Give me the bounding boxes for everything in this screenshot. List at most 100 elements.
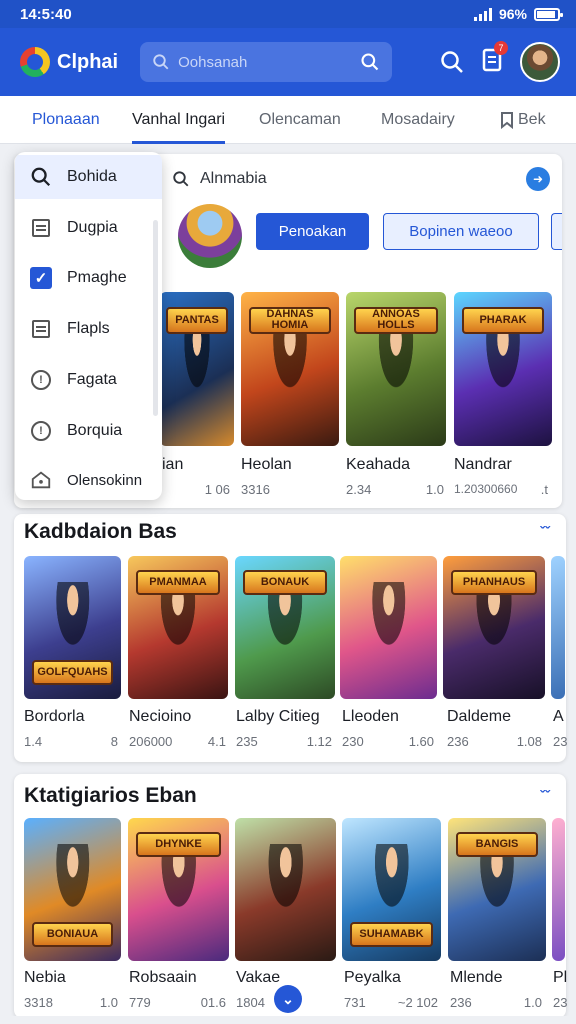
game-title: Vakae (236, 969, 281, 986)
game-meta: 779 (129, 995, 151, 1010)
game-title: Robsaain (129, 969, 197, 986)
scroll-down-button[interactable]: ⌄ (274, 985, 302, 1013)
arrow-right-icon[interactable]: ➜ (526, 167, 550, 191)
dropdown-item-pmaghe[interactable]: ✓ Pmaghe (15, 256, 162, 300)
search-submit-icon[interactable] (360, 52, 380, 72)
game-card[interactable]: DHYNKE (128, 818, 229, 961)
secondary-action-button[interactable]: Bopinen waeoo (383, 213, 539, 250)
game-meta: 3316 (241, 482, 270, 497)
game-card[interactable]: SUHAMABK (342, 818, 441, 961)
game-title: Peyalka (344, 969, 401, 986)
filter-dropdown: Bohida Dugpia ✓ Pmaghe Flapls ! Fagata !… (15, 152, 162, 500)
game-meta: .t (540, 482, 548, 497)
partial-button[interactable] (551, 213, 562, 250)
notifications-button[interactable]: 7 (482, 40, 508, 77)
dropdown-item-flapls[interactable]: Flapls (15, 307, 162, 351)
battery-percent: 96% (498, 6, 527, 22)
game-card[interactable] (235, 818, 336, 961)
app-header: Clphai Oohsanah 7 (0, 28, 576, 96)
game-title: Necioino (129, 708, 192, 725)
game-meta: ~2 102 (397, 995, 438, 1010)
game-title: Daldeme (447, 708, 512, 725)
game-card[interactable]: BONIAUA (24, 818, 121, 961)
signal-icon (473, 7, 492, 21)
tab-olencaman[interactable]: Olencaman (259, 96, 341, 144)
game-title: ian (162, 456, 184, 473)
search-icon[interactable] (440, 50, 464, 74)
primary-action-button[interactable]: Penoakan (256, 213, 369, 250)
bottom-spacer (0, 1016, 576, 1024)
home-icon (31, 471, 51, 489)
tab-mosadairy[interactable]: Mosadairy (381, 96, 455, 144)
notification-badge: 7 (494, 40, 508, 55)
game-meta: 236 (447, 734, 469, 749)
list-icon (32, 219, 50, 237)
game-card[interactable]: PANTAS (160, 292, 234, 446)
tab-vanhal-ingari[interactable]: Vanhal Ingari (132, 96, 226, 144)
panel-search-input[interactable]: Alnmabia ➜ (172, 164, 550, 194)
chevron-down-icon[interactable]: ˇˇ (540, 788, 550, 805)
game-card[interactable]: BANGIS (448, 818, 546, 961)
game-title: Bordorla (24, 708, 85, 725)
status-time: 14:5:40 (20, 5, 72, 23)
game-meta: 1.20300660 (454, 482, 518, 496)
game-card[interactable]: ANNOAS HOLLS (346, 292, 446, 446)
dropdown-item-label: Olensokinn (67, 471, 143, 489)
section-title: Ktatigiarios Eban (24, 784, 197, 807)
game-logo-icon[interactable] (178, 204, 242, 268)
game-card[interactable]: GOLFQUAHS (24, 556, 121, 699)
game-card[interactable] (340, 556, 437, 699)
game-card[interactable]: BONAUK (235, 556, 335, 699)
game-card[interactable]: DAHNAS HOMIA (241, 292, 339, 446)
dropdown-item-borquia[interactable]: ! Borquia (15, 409, 162, 453)
game-meta: 23 (553, 734, 568, 749)
dropdown-item-label: Borquia (67, 422, 123, 439)
chevron-down-icon[interactable]: ˇˇ (540, 524, 550, 541)
info-icon: ! (31, 370, 51, 390)
game-title: Mlende (450, 969, 503, 986)
game-card[interactable]: PHANHAUS (443, 556, 545, 699)
brand-name: Clphai (57, 50, 119, 73)
game-meta: 4.1 (207, 734, 226, 749)
tab-plonaaan[interactable]: Plonaaan (32, 96, 100, 144)
section-title: Kadbdaion Bas (24, 520, 177, 543)
tab-bek-label: Bek (518, 110, 546, 128)
game-meta: 3318 (24, 995, 53, 1010)
game-card-banner: PANTAS (165, 307, 229, 334)
dropdown-item-label: Pmaghe (67, 269, 127, 286)
avatar[interactable] (520, 42, 560, 82)
game-meta: 1804 (236, 995, 265, 1010)
game-card[interactable] (551, 556, 565, 699)
dropdown-scrollbar[interactable] (153, 220, 158, 416)
game-card-banner: BONAUK (243, 570, 327, 595)
dropdown-item-bohida[interactable]: Bohida (15, 155, 162, 199)
dropdown-item-fagata[interactable]: ! Fagata (15, 358, 162, 402)
tab-bek[interactable]: Bek (500, 96, 546, 144)
status-indicators: 96% (473, 6, 563, 22)
game-card-banner: DHYNKE (136, 832, 221, 857)
game-title: Keahada (346, 456, 411, 473)
game-meta: 1.0 (425, 482, 444, 497)
game-card-banner: SUHAMABK (349, 922, 434, 947)
dropdown-item-olensokinn[interactable]: Olensokinn (15, 458, 162, 500)
game-card[interactable] (552, 818, 565, 961)
chevron-down-icon: ⌄ (282, 990, 294, 1007)
app-logo[interactable] (20, 47, 50, 77)
game-card[interactable]: PMANMAA (128, 556, 228, 699)
game-card[interactable]: PHARAK (454, 292, 552, 446)
game-meta: 01.6 (200, 995, 226, 1010)
header-actions: 7 (440, 40, 560, 82)
game-meta: 1.08 (516, 734, 542, 749)
search-placeholder: Oohsanah (178, 53, 248, 71)
game-meta: 1.12 (306, 734, 332, 749)
game-meta: 1 06 (204, 482, 230, 497)
dropdown-item-label: Flapls (67, 320, 110, 337)
status-bar: 14:5:40 96% (0, 0, 576, 28)
game-meta: 1.0 (523, 995, 542, 1010)
dropdown-item-dugpia[interactable]: Dugpia (15, 206, 162, 250)
dropdown-item-label: Dugpia (67, 219, 118, 236)
game-title: Nandrar (454, 456, 512, 473)
header-search-input[interactable]: Oohsanah (140, 42, 393, 82)
game-title: A (553, 708, 564, 725)
search-icon (153, 54, 169, 70)
